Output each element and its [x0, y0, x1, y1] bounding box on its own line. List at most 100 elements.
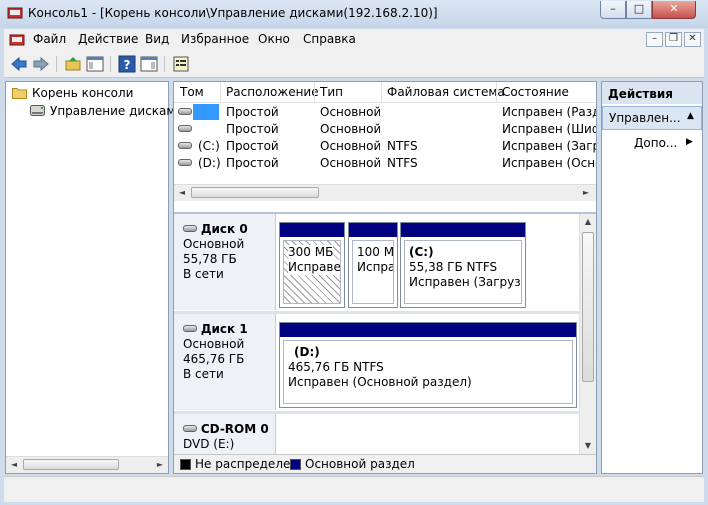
- forward-arrow-icon[interactable]: [32, 55, 50, 73]
- table-row[interactable]: (C:) Простой Основной NTFS Исправен (Заг…: [174, 138, 596, 155]
- menu-file[interactable]: Файл: [33, 32, 66, 46]
- column-separator: [220, 82, 221, 102]
- console-tree[interactable]: Корень консоли Управление дисками ◄ ►: [5, 81, 183, 474]
- disk-size: 465,76 ГБ: [183, 352, 245, 366]
- column-separator: [496, 82, 497, 102]
- properties-icon[interactable]: [172, 55, 190, 73]
- cell-filesystem: NTFS: [387, 139, 418, 153]
- actions-more-actions[interactable]: Допо... ▶: [602, 134, 702, 154]
- partition-size: 100 МБ: [357, 245, 394, 259]
- show-tree-icon[interactable]: [86, 55, 104, 73]
- back-arrow-icon[interactable]: [10, 55, 28, 73]
- menu-window[interactable]: Окно: [258, 32, 290, 46]
- volume-icon: [178, 159, 192, 166]
- disk-1-info[interactable]: Диск 1 Основной 465,76 ГБ В сети: [174, 314, 276, 410]
- column-header-layout[interactable]: Расположение: [226, 85, 319, 99]
- help-icon[interactable]: ?: [118, 55, 136, 73]
- tree-item-label: Корень консоли: [32, 86, 134, 100]
- menu-action[interactable]: Действие: [78, 32, 138, 46]
- partition-body: (C:) 55,38 ГБ NTFS Исправен (Загрузка,: [404, 240, 522, 304]
- show-actions-icon[interactable]: [140, 55, 158, 73]
- scroll-thumb[interactable]: [23, 459, 119, 470]
- scroll-up-arrow[interactable]: ▲: [580, 214, 596, 230]
- window-title: Консоль1 - [Корень консоли\Управление ди…: [28, 6, 438, 20]
- scroll-left-arrow[interactable]: ◄: [174, 185, 190, 201]
- column-header-type[interactable]: Тип: [320, 85, 343, 99]
- svg-text:?: ?: [124, 58, 131, 72]
- legend-bar: Не распределен Основной раздел: [174, 454, 596, 473]
- partition-size: 300 МБ: [288, 245, 334, 260]
- cell-status: Исправен (Основ: [502, 156, 596, 170]
- disk-0-info[interactable]: Диск 0 Основной 55,78 ГБ В сети: [174, 214, 276, 310]
- cell-type: Основной: [320, 105, 380, 119]
- volume-list-header: Том Расположение Тип Файловая система Со…: [174, 82, 596, 103]
- column-header-volume[interactable]: Том: [180, 85, 204, 99]
- system-menu-icon[interactable]: [9, 32, 25, 48]
- minimize-button[interactable]: –: [600, 1, 626, 19]
- cdrom-0-info[interactable]: CD-ROM 0 DVD (E:): [174, 414, 276, 457]
- tree-item-label: Управление дисками: [50, 104, 184, 118]
- close-button[interactable]: ✕: [652, 1, 696, 19]
- table-row[interactable]: Простой Основной Исправен (Шифр: [174, 121, 596, 138]
- disk-management-icon: [30, 105, 45, 116]
- partition-status: Исправен: [288, 260, 340, 275]
- menu-help[interactable]: Справка: [303, 32, 356, 46]
- column-header-status[interactable]: Состояние: [502, 85, 569, 99]
- scroll-thumb[interactable]: [582, 232, 594, 382]
- actions-section-label: Управлен...: [609, 111, 681, 125]
- toolbar-separator: [56, 56, 57, 72]
- partition-bar: [280, 323, 576, 337]
- menu-bar: Файл Действие Вид Избранное Окно Справка…: [4, 29, 704, 51]
- tree-item-disk-management[interactable]: Управление дисками: [30, 102, 183, 120]
- actions-title: Действия: [602, 82, 702, 104]
- maximize-button[interactable]: □: [626, 1, 652, 19]
- partition-c-drive[interactable]: (C:) 55,38 ГБ NTFS Исправен (Загрузка,: [400, 222, 526, 308]
- legend-swatch-unallocated: [180, 459, 191, 470]
- cell-volume: (C:): [198, 139, 220, 153]
- disk-title: CD-ROM 0: [200, 422, 269, 436]
- legend-label-unallocated: Не распределен: [195, 457, 299, 471]
- partition-system-reserved[interactable]: 300 МБ Исправен: [279, 222, 345, 308]
- legend-swatch-primary: [290, 459, 301, 470]
- collapse-arrow-icon[interactable]: ▲: [687, 111, 694, 121]
- scroll-right-arrow[interactable]: ►: [578, 185, 594, 201]
- title-bar[interactable]: Консоль1 - [Корень консоли\Управление ди…: [0, 0, 708, 28]
- partition-recovery[interactable]: 100 МБ Исправ: [348, 222, 398, 308]
- actions-pane: Действия Управлен... ▲ Допо... ▶: [601, 81, 703, 474]
- partition-bar: [401, 223, 525, 237]
- graphical-view-vertical-scrollbar[interactable]: ▲ ▼: [579, 214, 596, 455]
- cell-status: Исправен (Разде: [502, 105, 596, 119]
- column-header-filesystem[interactable]: Файловая система: [387, 85, 505, 99]
- up-folder-icon[interactable]: [64, 55, 82, 73]
- legend-label-primary: Основной раздел: [305, 457, 415, 471]
- mdi-restore-button[interactable]: ❐: [665, 32, 682, 47]
- partition-body: 100 МБ Исправ: [352, 240, 394, 304]
- mdi-close-button[interactable]: ✕: [684, 32, 701, 47]
- menu-favorites[interactable]: Избранное: [181, 32, 249, 46]
- cell-type: Основной: [320, 122, 380, 136]
- tree-item-console-root[interactable]: Корень консоли: [12, 84, 133, 102]
- column-separator: [381, 82, 382, 102]
- selected-volume-highlight[interactable]: [193, 104, 219, 120]
- mdi-minimize-button[interactable]: –: [646, 32, 663, 47]
- scroll-left-arrow[interactable]: ◄: [6, 457, 22, 473]
- toolbar: ?: [4, 51, 704, 78]
- table-row[interactable]: Простой Основной Исправен (Разде: [174, 104, 596, 121]
- partition-d-drive[interactable]: (D:) 465,76 ГБ NTFS Исправен (Основной р…: [279, 322, 577, 408]
- disk-size: 55,78 ГБ: [183, 252, 237, 266]
- partition-status: Исправ: [357, 260, 393, 274]
- scroll-right-arrow[interactable]: ►: [152, 457, 168, 473]
- scroll-down-arrow[interactable]: ▼: [580, 438, 596, 454]
- menu-view[interactable]: Вид: [145, 32, 169, 46]
- actions-section-disk-management[interactable]: Управлен... ▲: [602, 106, 702, 130]
- scroll-thumb[interactable]: [191, 187, 319, 198]
- partition-status: Исправен (Загрузка,: [409, 275, 521, 289]
- table-row[interactable]: (D:) Простой Основной NTFS Исправен (Осн…: [174, 155, 596, 172]
- volume-list-horizontal-scrollbar[interactable]: ◄ ►: [174, 184, 596, 201]
- disk-type: DVD (E:): [183, 437, 235, 451]
- status-bar: [4, 476, 704, 502]
- partition-label: (C:): [409, 245, 434, 259]
- console-app-icon: [7, 7, 23, 19]
- toolbar-separator: [110, 56, 111, 72]
- tree-horizontal-scrollbar[interactable]: ◄ ►: [6, 456, 168, 473]
